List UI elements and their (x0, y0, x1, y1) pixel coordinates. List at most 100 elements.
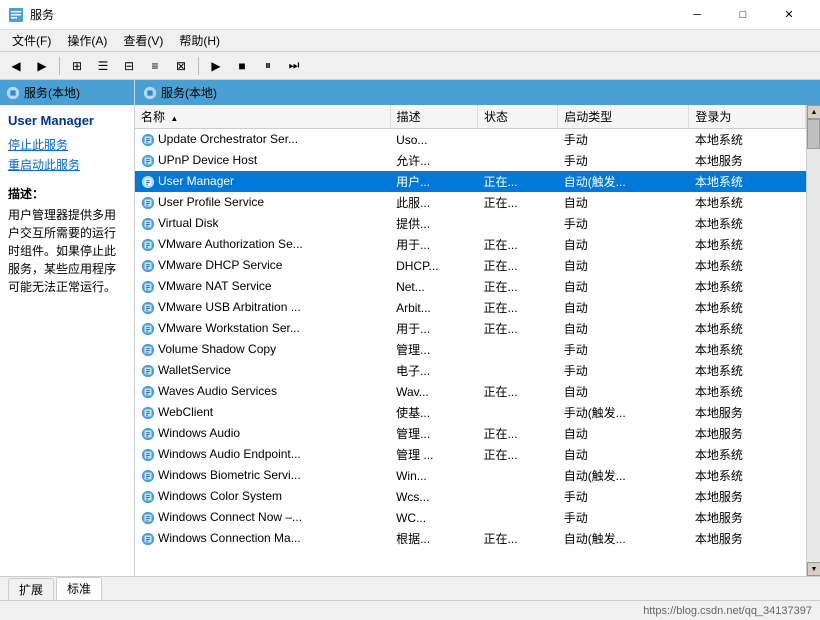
table-row[interactable]: VMware Workstation Ser...用于...正在...自动本地系… (135, 318, 806, 339)
menu-view[interactable]: 查看(V) (115, 30, 171, 51)
maximize-button[interactable]: □ (720, 0, 766, 30)
forward-button[interactable]: ▶ (30, 55, 54, 77)
col-header-name[interactable]: 名称 ▲ (135, 105, 390, 129)
cell-startup: 手动 (558, 507, 689, 528)
toolbar: ◀ ▶ ⊞ ☰ ⊟ ≡ ⊠ ▶ ■ ⏸ ⏭ (0, 52, 820, 80)
sort-asc-icon: ▲ (170, 114, 178, 123)
stop-button[interactable]: ■ (230, 55, 254, 77)
cell-description: Wcs... (390, 486, 477, 507)
cell-description: Net... (390, 276, 477, 297)
cell-service-name: VMware USB Arbitration ... (135, 297, 390, 318)
table-row[interactable]: WalletService电子...手动本地系统 (135, 360, 806, 381)
cell-logon: 本地系统 (689, 255, 806, 276)
scrollbar-track (807, 119, 820, 562)
cell-logon: 本地服务 (689, 423, 806, 444)
cell-description: 此服... (390, 192, 477, 213)
cell-status (478, 339, 558, 360)
cell-service-name: User Profile Service (135, 192, 390, 213)
tab-standard[interactable]: 标准 (56, 577, 102, 600)
table-row[interactable]: Windows Color SystemWcs...手动本地服务 (135, 486, 806, 507)
cell-status: 正在... (478, 381, 558, 402)
minimize-button[interactable]: ─ (674, 0, 720, 30)
toolbar-btn-5[interactable]: ⊠ (169, 55, 193, 77)
window-title: 服务 (30, 6, 54, 23)
scroll-up-button[interactable]: ▲ (807, 105, 820, 119)
cell-status: 正在... (478, 234, 558, 255)
table-row[interactable]: VMware DHCP ServiceDHCP...正在...自动本地系统 (135, 255, 806, 276)
left-panel-content: User Manager 停止此服务 重启动此服务 描述： 用户管理器提供多用户… (0, 105, 134, 576)
toolbar-btn-2[interactable]: ☰ (91, 55, 115, 77)
cell-startup: 自动(触发... (558, 465, 689, 486)
menu-action[interactable]: 操作(A) (59, 30, 115, 51)
status-url: https://blog.csdn.net/qq_34137397 (643, 605, 812, 617)
cell-status: 正在... (478, 318, 558, 339)
cell-status: 正在... (478, 276, 558, 297)
table-row[interactable]: VMware NAT ServiceNet...正在...自动本地系统 (135, 276, 806, 297)
col-header-desc[interactable]: 描述 (390, 105, 477, 129)
cell-status: 正在... (478, 444, 558, 465)
cell-description: 用于... (390, 318, 477, 339)
col-header-startup[interactable]: 启动类型 (558, 105, 689, 129)
right-panel: 服务(本地) 名称 ▲ 描述 状态 (135, 80, 820, 576)
cell-status (478, 402, 558, 423)
cell-service-name: Waves Audio Services (135, 381, 390, 402)
table-row[interactable]: Virtual Disk提供...手动本地系统 (135, 213, 806, 234)
menu-help[interactable]: 帮助(H) (171, 30, 228, 51)
cell-service-name: Windows Audio (135, 423, 390, 444)
cell-description: 管理... (390, 339, 477, 360)
table-row[interactable]: Update Orchestrator Ser...Uso...手动本地系统 (135, 129, 806, 151)
tab-expand[interactable]: 扩展 (8, 578, 54, 600)
cell-startup: 手动 (558, 486, 689, 507)
back-button[interactable]: ◀ (4, 55, 28, 77)
cell-status: 正在... (478, 528, 558, 549)
bottom-tabs: 扩展 标准 (0, 576, 820, 600)
table-row[interactable]: User Manager用户...正在...自动(触发...本地系统 (135, 171, 806, 192)
cell-service-name: UPnP Device Host (135, 150, 390, 171)
table-row[interactable]: VMware USB Arbitration ...Arbit...正在...自… (135, 297, 806, 318)
col-header-status[interactable]: 状态 (478, 105, 558, 129)
table-row[interactable]: Windows Biometric Servi...Win...自动(触发...… (135, 465, 806, 486)
stop-prefix: 停止 (8, 138, 32, 152)
cell-status (478, 129, 558, 151)
resume-button[interactable]: ⏭ (282, 55, 306, 77)
cell-startup: 手动(触发... (558, 402, 689, 423)
toolbar-btn-4[interactable]: ≡ (143, 55, 167, 77)
menu-file[interactable]: 文件(F) (4, 30, 59, 51)
restart-service-link[interactable]: 重启动此服务 (8, 156, 126, 173)
toolbar-btn-3[interactable]: ⊟ (117, 55, 141, 77)
table-row[interactable]: WebClient使基...手动(触发...本地服务 (135, 402, 806, 423)
close-button[interactable]: ✕ (766, 0, 812, 30)
table-container: 名称 ▲ 描述 状态 启动类型 登录为 Update Orchestrator … (135, 105, 806, 576)
cell-description: Uso... (390, 129, 477, 151)
toolbar-btn-1[interactable]: ⊞ (65, 55, 89, 77)
title-bar-left: 服务 (8, 6, 54, 23)
cell-description: DHCP... (390, 255, 477, 276)
cell-description: 电子... (390, 360, 477, 381)
stop-service-label: 此服务 (32, 138, 68, 152)
cell-status: 正在... (478, 423, 558, 444)
cell-description: 管理... (390, 423, 477, 444)
col-header-logon[interactable]: 登录为 (689, 105, 806, 129)
status-bar: https://blog.csdn.net/qq_34137397 (0, 600, 820, 620)
right-panel-header: 服务(本地) (135, 80, 820, 105)
table-scroll[interactable]: 名称 ▲ 描述 状态 启动类型 登录为 Update Orchestrator … (135, 105, 806, 576)
table-row[interactable]: Volume Shadow Copy管理...手动本地系统 (135, 339, 806, 360)
restart-prefix: 重启动 (8, 158, 44, 172)
scrollbar-thumb[interactable] (807, 119, 820, 149)
scroll-down-button[interactable]: ▼ (807, 562, 820, 576)
cell-startup: 自动 (558, 381, 689, 402)
cell-logon: 本地系统 (689, 234, 806, 255)
table-row[interactable]: User Profile Service此服...正在...自动本地系统 (135, 192, 806, 213)
table-row[interactable]: Windows Connection Ma...根据...正在...自动(触发.… (135, 528, 806, 549)
table-row[interactable]: UPnP Device Host允许...手动本地服务 (135, 150, 806, 171)
play-button[interactable]: ▶ (204, 55, 228, 77)
table-row[interactable]: VMware Authorization Se...用于...正在...自动本地… (135, 234, 806, 255)
table-row[interactable]: Windows Audio Endpoint...管理 ...正在...自动本地… (135, 444, 806, 465)
table-row[interactable]: Waves Audio ServicesWav...正在...自动本地系统 (135, 381, 806, 402)
pause-button[interactable]: ⏸ (256, 55, 280, 77)
table-row[interactable]: Windows Connect Now –...WC...手动本地服务 (135, 507, 806, 528)
table-row[interactable]: Windows Audio管理...正在...自动本地服务 (135, 423, 806, 444)
right-scrollbar: ▲ ▼ (806, 105, 820, 576)
panel-icon (6, 86, 20, 100)
stop-service-link[interactable]: 停止此服务 (8, 136, 126, 153)
